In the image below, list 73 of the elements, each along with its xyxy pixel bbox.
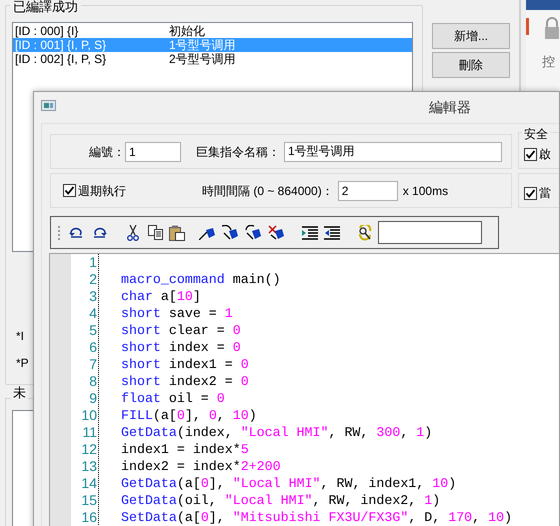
group-title: 未 — [11, 385, 28, 401]
line-number: 12 — [80, 441, 97, 458]
search-field[interactable] — [378, 221, 482, 244]
replace-icon[interactable] — [357, 224, 373, 240]
line-number: 8 — [88, 373, 97, 390]
code-line: short index1 = 0 — [121, 356, 250, 373]
checkbox-label: 週期執行 — [78, 182, 126, 200]
ribbon-icon — [526, 18, 529, 35]
checkbox-label: 當 — [539, 185, 551, 202]
code-line: SetData(a[0], "Mitsubishi FX3U/FX3G", D, 170, 10) — [121, 509, 512, 526]
redo-icon[interactable] — [91, 226, 107, 240]
checkbox-label: 啟 — [539, 146, 551, 163]
pen-arrow-icon[interactable] — [222, 224, 239, 240]
checkbox[interactable] — [524, 186, 537, 200]
line-number: 3 — [88, 288, 97, 305]
window-title: 編輯器 — [429, 98, 471, 117]
button[interactable]: 新增... — [432, 23, 510, 49]
checkbox[interactable] — [63, 184, 76, 197]
interval-field[interactable]: 2 — [338, 180, 398, 200]
code-line: macro_command main() — [121, 271, 282, 288]
outdent-icon[interactable] — [324, 226, 340, 240]
code-line: short save = 1 — [121, 305, 234, 322]
code-line: FILL(a[0], 0, 10) — [121, 407, 258, 424]
undo-icon[interactable] — [69, 226, 85, 240]
code-line: index1 = index*5 — [121, 441, 250, 458]
code-line: short index = 0 — [121, 339, 242, 356]
line-number: 6 — [88, 339, 97, 356]
line-number: 1 — [88, 254, 97, 271]
pen-arrow-icon[interactable] — [245, 224, 262, 240]
line-number: 4 — [88, 305, 97, 322]
line-number: 10 — [80, 407, 97, 424]
note-text: *P — [16, 356, 29, 370]
ribbon-bar — [526, 0, 560, 10]
unit-label: x 100ms — [402, 182, 448, 200]
line-number: 13 — [80, 458, 97, 475]
code-line: char a[10] — [121, 288, 202, 305]
line-number: 7 — [88, 356, 97, 373]
list-item[interactable]: [ID : 002] {I, P, S} 2号型号调用 — [13, 52, 412, 66]
clipboard-icon[interactable] — [169, 224, 185, 240]
list-item[interactable]: [ID : 000] {I} 初始化 — [13, 24, 412, 38]
line-number: 14 — [80, 475, 97, 492]
line-number: 15 — [80, 492, 97, 509]
indent-icon[interactable] — [302, 226, 318, 240]
line-number: 16 — [80, 509, 97, 526]
line-number: 2 — [88, 271, 97, 288]
copy-icon[interactable] — [148, 225, 163, 240]
code-line: GetData(oil, "Local HMI", RW, index2, 1) — [121, 492, 442, 509]
code-line: index2 = index*2+200 — [121, 458, 282, 475]
pen-icon[interactable] — [199, 225, 216, 240]
grip-icon — [57, 226, 61, 240]
code-line: GetData(index, "Local HMI", RW, 300, 1) — [121, 424, 434, 441]
code-line: short clear = 0 — [121, 322, 242, 339]
scissors-icon[interactable] — [127, 224, 139, 240]
line-number: 5 — [88, 322, 97, 339]
note-text: *I — [16, 329, 24, 343]
line-number: 9 — [88, 390, 97, 407]
window-icon — [41, 100, 56, 111]
code-line: float oil = 0 — [121, 390, 226, 407]
field-label: 巨集指令名稱： — [196, 144, 280, 160]
button[interactable]: 刪除 — [432, 52, 510, 78]
line-number: 11 — [81, 424, 97, 441]
pen-cross-icon[interactable] — [268, 224, 285, 240]
field-label: 編號： — [89, 144, 125, 160]
field-label: 時間間隔 (0 ~ 864000)： — [202, 182, 334, 200]
code-line: short index2 = 0 — [121, 373, 250, 390]
lock-icon[interactable] — [544, 17, 560, 39]
ribbon-label: 控 — [542, 53, 555, 71]
checkbox[interactable] — [524, 148, 537, 160]
group-title: 安全 — [522, 127, 550, 141]
code-line: GetData(a[0], "Local HMI", RW, index1, 10) — [121, 475, 458, 492]
name-field[interactable]: 1号型号调用 — [284, 142, 502, 162]
group-title: 已編譯成功 — [10, 0, 81, 15]
number-field[interactable]: 1 — [125, 142, 181, 162]
